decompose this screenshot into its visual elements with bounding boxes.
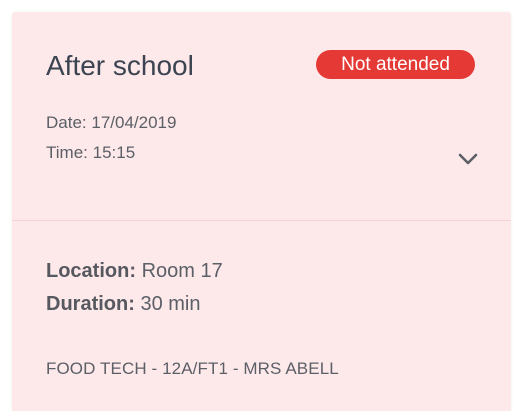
date-text: Date: 17/04/2019 [46, 113, 176, 133]
location-row: Location: Room 17 [46, 258, 223, 284]
duration-label: Duration: [46, 293, 135, 315]
time-label: Time: [46, 143, 88, 162]
location-label: Location: [46, 260, 136, 282]
duration-value: 30 min [140, 293, 201, 315]
detention-card: After school Not attended Date: 17/04/20… [12, 12, 511, 411]
time-text: Time: 15:15 [46, 143, 135, 163]
lesson-info: FOOD TECH - 12A/FT1 - MRS ABELL [46, 359, 339, 378]
card-title: After school [46, 50, 194, 81]
chevron-down-icon[interactable] [456, 150, 480, 168]
status-badge: Not attended [316, 50, 475, 79]
card-header[interactable]: After school Not attended Date: 17/04/20… [12, 12, 511, 220]
date-value: 17/04/2019 [91, 113, 177, 132]
location-value: Room 17 [141, 260, 223, 282]
date-label: Date: [46, 113, 87, 132]
divider [12, 220, 511, 221]
duration-row: Duration: 30 min [46, 291, 200, 317]
time-value: 15:15 [92, 143, 136, 162]
